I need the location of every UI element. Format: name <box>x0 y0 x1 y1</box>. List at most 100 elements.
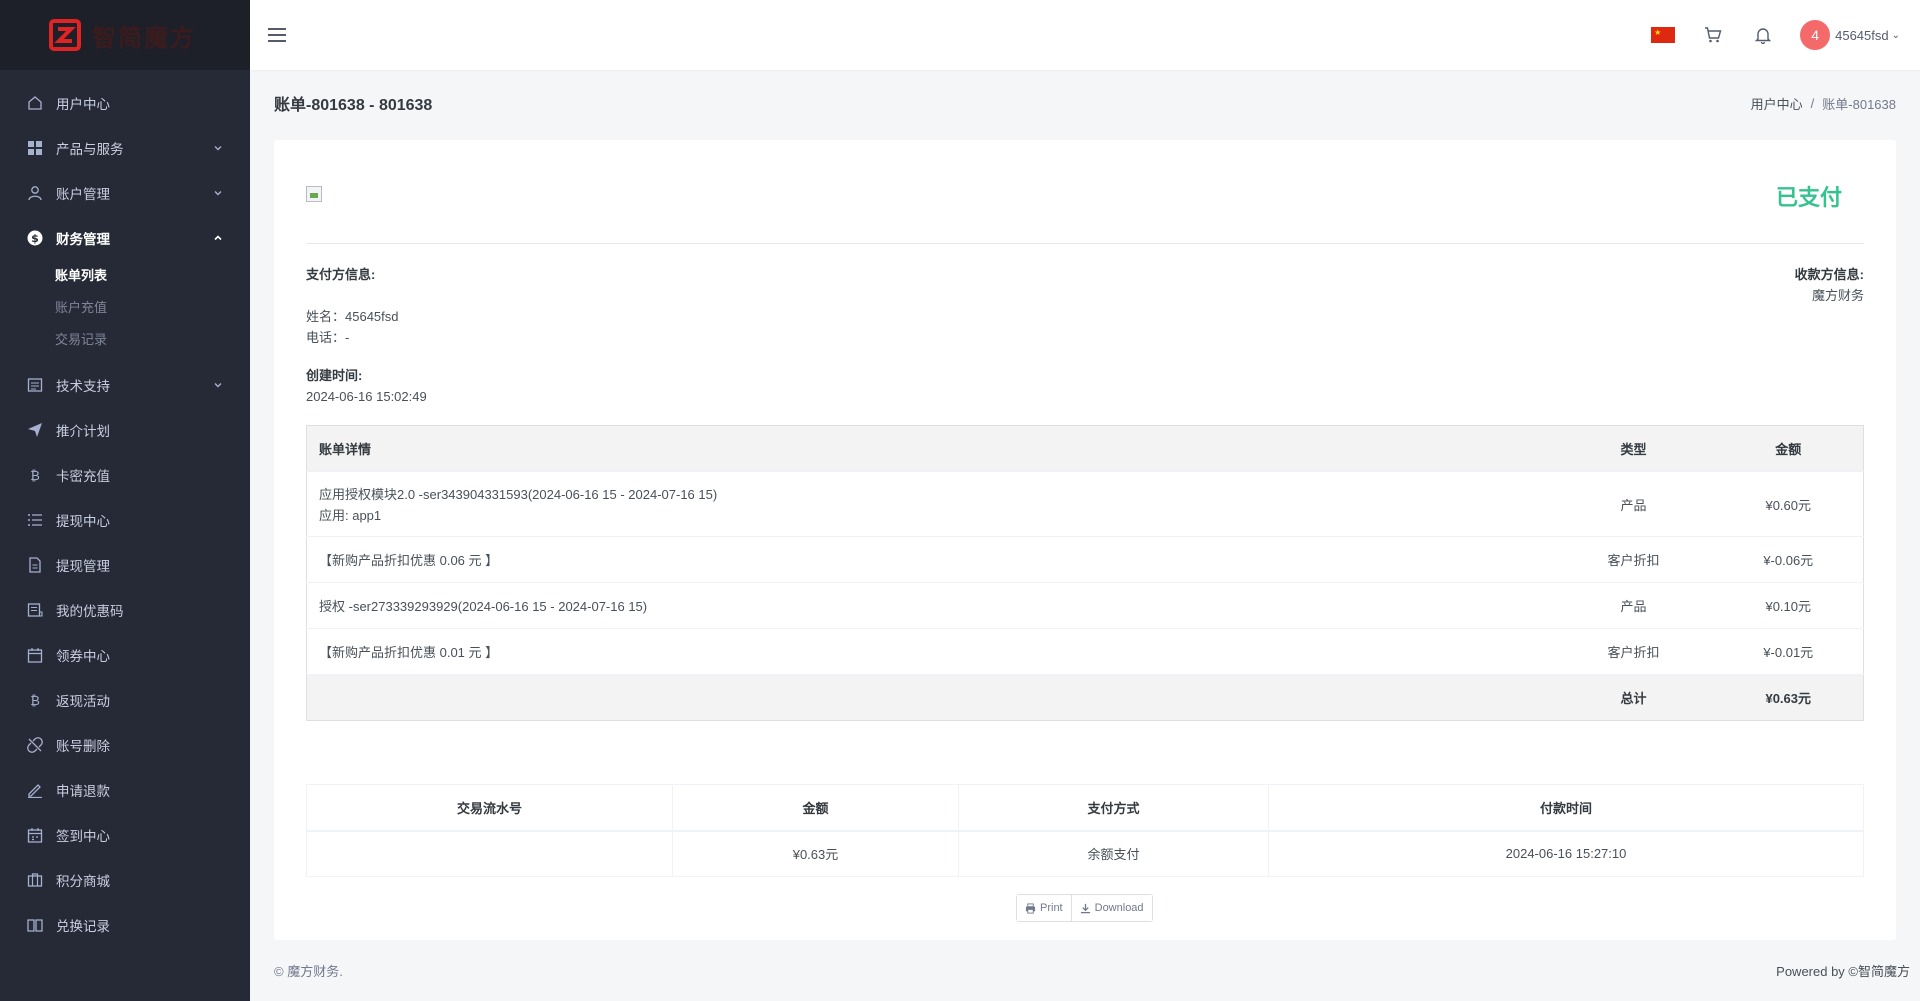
table-row: 应用授权模块2.0 -ser343904331593(2024-06-16 15… <box>306 471 1864 537</box>
sidebar-subitem-bill-list[interactable]: 账单列表 <box>0 260 250 292</box>
sidebar-subitem-transactions[interactable]: 交易记录 <box>0 324 250 356</box>
sidebar-item-points-mall[interactable]: 积分商城 <box>0 857 250 902</box>
item-type: 产品 <box>1553 582 1714 629</box>
grid-icon <box>26 139 44 157</box>
sidebar-item-label: 账户管理 <box>56 186 110 202</box>
sidebar-item-label: 卡密充值 <box>56 468 110 484</box>
sidebar-subitem-recharge[interactable]: 账户充值 <box>0 292 250 324</box>
sidebar-item-exchange-records[interactable]: 兑换记录 <box>0 902 250 947</box>
printer-icon <box>1025 902 1036 914</box>
sidebar-item-checkin[interactable]: 签到中心 <box>0 812 250 857</box>
finance-submenu: 账单列表 账户充值 交易记录 <box>0 260 250 362</box>
breadcrumb-link-user-center[interactable]: 用户中心 <box>1751 94 1803 113</box>
sidebar-item-delete-account[interactable]: 账号删除 <box>0 722 250 767</box>
item-description: 应用授权模块2.0 -ser343904331593(2024-06-16 15… <box>306 471 1554 537</box>
print-label: Print <box>1040 902 1063 914</box>
page-title: 账单-801638 - 801638 <box>274 97 433 114</box>
username: 45645fsd <box>1835 27 1889 43</box>
table-row: ¥0.63元 余额支付 2024-06-16 15:27:10 <box>306 830 1864 877</box>
sidebar-item-label: 提现管理 <box>56 558 110 574</box>
list-icon <box>26 511 44 529</box>
sidebar-item-user-center[interactable]: 用户中心 <box>0 80 250 125</box>
coupon-icon <box>26 601 44 619</box>
chevron-up-icon <box>214 234 222 240</box>
sidebar-item-label: 积分商城 <box>56 873 110 889</box>
sidebar-item-withdraw-manage[interactable]: 提现管理 <box>0 542 250 587</box>
china-flag-icon: ★ <box>1651 27 1676 43</box>
language-selector[interactable]: ★ <box>1638 0 1688 70</box>
sidebar-item-label: 兑换记录 <box>56 918 110 934</box>
chevron-down-icon: ⌄ <box>1891 29 1900 41</box>
download-button[interactable]: Download <box>1070 895 1152 921</box>
bitcoin-icon: ₿ <box>26 466 44 484</box>
pen-icon <box>26 781 44 799</box>
item-amount: ¥0.60元 <box>1713 471 1864 537</box>
column-header-type: 类型 <box>1553 425 1714 472</box>
footer-copyright: © 魔方财务. <box>274 963 343 979</box>
send-icon <box>26 421 44 439</box>
calendar-icon <box>26 646 44 664</box>
sidebar-item-coupon-center[interactable]: 领券中心 <box>0 632 250 677</box>
total-spacer <box>306 674 1554 721</box>
sidebar-item-finance[interactable]: $ 财务管理 <box>0 215 250 260</box>
book-icon <box>26 916 44 934</box>
sidebar-item-referral[interactable]: 推介计划 <box>0 407 250 452</box>
payer-info: 支付方信息: 姓名：45645fsd 电话：- 创建时间: 2024-06-16… <box>306 264 427 407</box>
table-header-row: 交易流水号 金额 支付方式 付款时间 <box>306 784 1864 832</box>
payment-records-table: 交易流水号 金额 支付方式 付款时间 ¥0.63元 余额支付 2024-06-1… <box>306 784 1864 877</box>
invoice-card: 已支付 支付方信息: 姓名：45645fsd 电话：- 创建时间: 2024-0… <box>274 140 1896 940</box>
sidebar-item-coupons[interactable]: 我的优惠码 <box>0 587 250 632</box>
sidebar-item-label: 签到中心 <box>56 828 110 844</box>
download-icon <box>1080 903 1090 913</box>
sidebar-item-label: 产品与服务 <box>56 141 124 157</box>
sidebar-item-support[interactable]: 技术支持 <box>0 362 250 407</box>
cart-icon <box>1705 27 1722 43</box>
payment-time: 2024-06-16 15:27:10 <box>1268 830 1864 877</box>
sidebar-item-label: 领券中心 <box>56 648 110 664</box>
svg-text:$: $ <box>31 232 39 245</box>
chevron-down-icon <box>214 382 222 387</box>
sidebar-item-cashback[interactable]: ₿ 返现活动 <box>0 677 250 722</box>
sidebar-item-products[interactable]: 产品与服务 <box>0 125 250 170</box>
sidebar-item-label: 提现中心 <box>56 513 110 529</box>
breadcrumb-separator: / <box>1810 95 1815 111</box>
notifications-button[interactable] <box>1738 0 1788 70</box>
sidebar-item-label: 返现活动 <box>56 693 110 709</box>
total-row: 总计 ¥0.63元 <box>306 674 1864 721</box>
download-label: Download <box>1094 902 1144 914</box>
sidebar-item-refund[interactable]: 申请退款 <box>0 767 250 812</box>
payee-name: 魔方财务 <box>1811 288 1864 303</box>
sidebar-item-account[interactable]: 账户管理 <box>0 170 250 215</box>
bell-icon <box>1754 28 1772 44</box>
table-row: 授权 -ser273339293929(2024-06-16 15 - 2024… <box>306 582 1864 629</box>
user-menu[interactable]: 4 45645fsd ⌄ <box>1788 20 1900 50</box>
sidebar: 智简魔方 用户中心 产品与服务 账户管理 $ 财务管理 账单列表 账户充值 交易… <box>0 0 250 1001</box>
broken-image-icon <box>306 186 322 202</box>
column-header-txn-id: 交易流水号 <box>306 784 673 832</box>
item-description: 授权 -ser273339293929(2024-06-16 15 - 2024… <box>306 582 1554 629</box>
brand-logo-icon <box>48 18 82 52</box>
print-button[interactable]: Print <box>1017 895 1071 921</box>
sidebar-item-withdraw-center[interactable]: 提现中心 <box>0 497 250 542</box>
invoice-header: 已支付 <box>306 172 1864 244</box>
payment-status: 已支付 <box>1775 185 1842 210</box>
file-icon <box>26 556 44 574</box>
menu-toggle-icon[interactable] <box>268 28 286 42</box>
svg-text:₿: ₿ <box>30 694 40 708</box>
cart-button[interactable] <box>1688 0 1738 70</box>
item-description: 【新购产品折扣优惠 0.06 元 】 <box>306 536 1554 583</box>
item-type: 产品 <box>1553 471 1714 537</box>
brand-name: 智简魔方 <box>92 24 196 52</box>
table-row: 【新购产品折扣优惠 0.01 元 】 客户折扣 ¥-0.01元 <box>306 628 1864 675</box>
total-amount: ¥0.63元 <box>1713 674 1864 721</box>
txn-id <box>306 830 673 877</box>
created-time: 2024-06-16 15:02:49 <box>306 389 427 404</box>
sidebar-item-label: 用户中心 <box>56 96 110 112</box>
sidebar-item-card-recharge[interactable]: ₿ 卡密充值 <box>0 452 250 497</box>
brand[interactable]: 智简魔方 <box>0 0 250 70</box>
svg-text:₿: ₿ <box>30 469 40 483</box>
footer: © 魔方财务. Powered by ©智简魔方 <box>274 960 1910 980</box>
item-amount: ¥-0.01元 <box>1713 628 1864 675</box>
created-label: 创建时间: <box>306 368 363 383</box>
payment-method: 余额支付 <box>958 830 1269 877</box>
